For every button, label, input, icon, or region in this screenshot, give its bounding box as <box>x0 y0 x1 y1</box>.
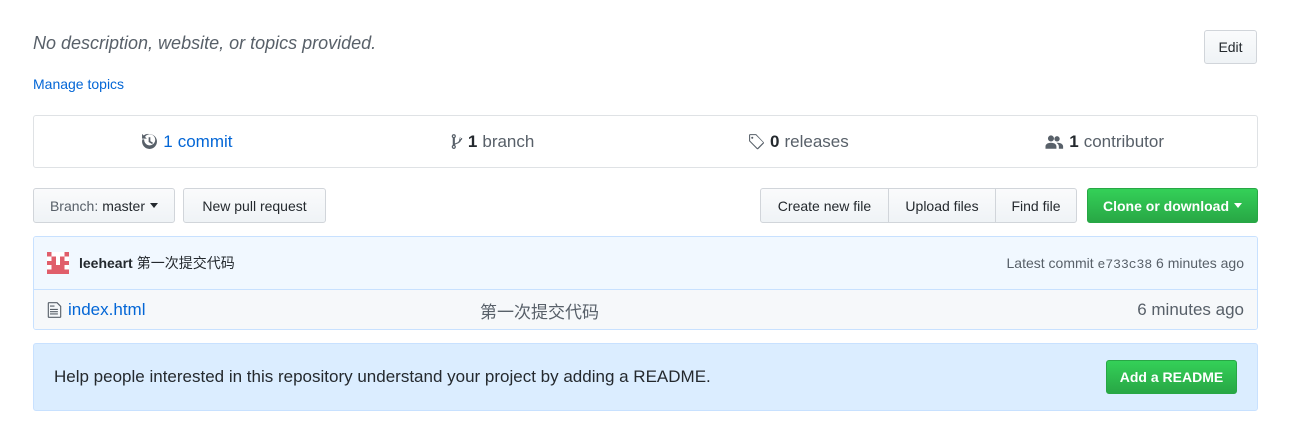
people-icon <box>1045 135 1064 149</box>
commits-label: commit <box>177 131 233 151</box>
add-readme-button[interactable]: Add a README <box>1106 360 1237 394</box>
caret-down-icon <box>150 203 159 208</box>
repo-description: No description, website, or topics provi… <box>33 33 377 53</box>
branch-select-button[interactable]: Branch: master <box>33 188 175 223</box>
latest-commit-label: Latest commit <box>1006 254 1094 271</box>
commit-age: 6 minutes ago <box>1156 254 1244 271</box>
file-name-link[interactable]: index.html <box>68 300 145 320</box>
latest-commit-bar: leeheart 第一次提交代码 Latest commit e733c38 6… <box>34 237 1257 290</box>
history-icon <box>142 133 158 149</box>
new-pull-request-button[interactable]: New pull request <box>183 188 326 223</box>
commit-sha[interactable]: e733c38 <box>1098 257 1153 272</box>
caret-down-icon <box>1234 203 1242 208</box>
git-branch-icon <box>451 134 463 149</box>
contributors-stat[interactable]: 1 contributor <box>951 116 1257 167</box>
edit-button[interactable]: Edit <box>1204 30 1257 64</box>
upload-files-button[interactable]: Upload files <box>888 188 996 223</box>
create-new-file-button[interactable]: Create new file <box>760 188 889 223</box>
latest-commit-info: Latest commit e733c38 6 minutes ago <box>1007 255 1244 272</box>
readme-notice-text: Help people interested in this repositor… <box>54 367 711 386</box>
file-age: 6 minutes ago <box>1137 300 1244 319</box>
branch-name: master <box>102 197 146 214</box>
clone-or-download-button[interactable]: Clone or download <box>1087 188 1258 223</box>
commits-count: 1 <box>163 131 173 151</box>
avatar[interactable] <box>47 252 69 274</box>
releases-count: 0 <box>770 131 780 151</box>
find-file-button[interactable]: Find file <box>995 188 1077 223</box>
commits-stat[interactable]: 1 commit <box>34 116 340 167</box>
table-row: index.html 第一次提交代码 6 minutes ago <box>34 290 1257 329</box>
commit-message[interactable]: 第一次提交代码 <box>137 253 235 273</box>
clone-label: Clone or download <box>1103 197 1229 214</box>
contributors-label: contributor <box>1083 131 1165 151</box>
file-table: leeheart 第一次提交代码 Latest commit e733c38 6… <box>33 236 1258 330</box>
contributors-count: 1 <box>1069 131 1079 151</box>
readme-notice: Help people interested in this repositor… <box>33 343 1258 411</box>
branches-stat[interactable]: 1 branch <box>340 116 646 167</box>
releases-stat[interactable]: 0 releases <box>646 116 952 167</box>
branch-prefix: Branch: <box>49 197 99 214</box>
tag-icon <box>749 134 764 150</box>
file-icon <box>47 302 62 318</box>
branches-count: 1 <box>467 131 478 151</box>
commit-author[interactable]: leeheart <box>79 255 133 271</box>
branches-label: branch <box>482 131 535 151</box>
repo-stats-bar: 1 commit 1 branch 0 releases 1 contribut… <box>33 115 1258 168</box>
file-commit-message[interactable]: 第一次提交代码 <box>480 298 599 323</box>
releases-label: releases <box>784 131 849 151</box>
manage-topics-link[interactable]: Manage topics <box>33 76 124 92</box>
